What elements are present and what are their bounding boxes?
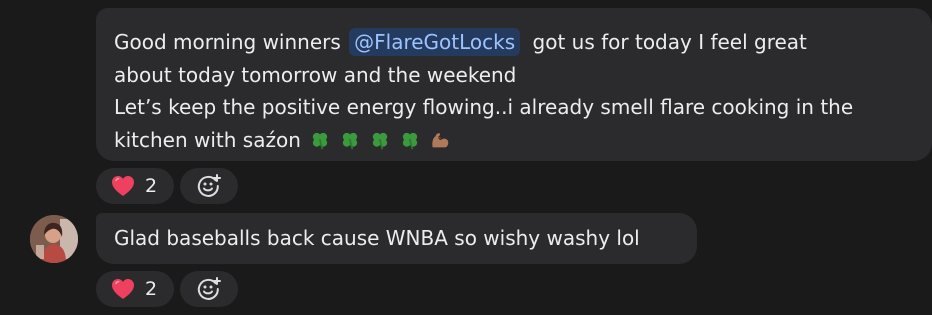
avatar-photo	[30, 215, 78, 263]
heart-reaction-button[interactable]: 2	[96, 168, 174, 204]
add-reaction-button[interactable]	[180, 271, 238, 307]
chat-thread: Good morning winners @FlareGotLocks got …	[0, 0, 932, 315]
reaction-count: 2	[145, 278, 158, 300]
reaction-bar: 2	[96, 168, 238, 204]
message-text: Glad baseballs back cause WNBA so wishy …	[114, 226, 640, 250]
message-bubble[interactable]: Glad baseballs back cause WNBA so wishy …	[96, 213, 697, 264]
message-line: Let’s keep the positive energy flowing..…	[114, 95, 854, 119]
avatar[interactable]	[30, 215, 78, 263]
four-leaf-clover-icon	[372, 132, 388, 150]
flexed-biceps-icon	[432, 132, 449, 148]
message-bubble[interactable]: Good morning winners @FlareGotLocks got …	[96, 8, 932, 161]
message-line: about today tomorrow and the weekend	[114, 62, 517, 87]
heart-reaction-button[interactable]: 2	[96, 271, 174, 307]
add-reaction-icon	[197, 277, 221, 300]
user-mention[interactable]: @FlareGotLocks	[349, 28, 521, 56]
add-reaction-button[interactable]	[180, 168, 238, 204]
four-leaf-clover-icon	[402, 132, 418, 150]
message-text: Good morning winners	[114, 30, 341, 54]
message-line: kitchen with saźon	[114, 124, 916, 158]
four-leaf-clover-icon	[342, 132, 358, 150]
four-leaf-clover-icon	[312, 132, 328, 150]
reaction-count: 2	[145, 175, 158, 197]
emoji-row	[301, 125, 451, 158]
message-text: got us for today I feel great	[532, 30, 807, 54]
add-reaction-icon	[197, 174, 221, 197]
message-line: Good morning winners @FlareGotLocks got …	[114, 26, 916, 59]
heart-icon	[112, 176, 134, 196]
heart-icon	[112, 279, 134, 299]
message-text: kitchen with saźon	[114, 127, 301, 152]
reaction-bar: 2	[96, 271, 238, 307]
